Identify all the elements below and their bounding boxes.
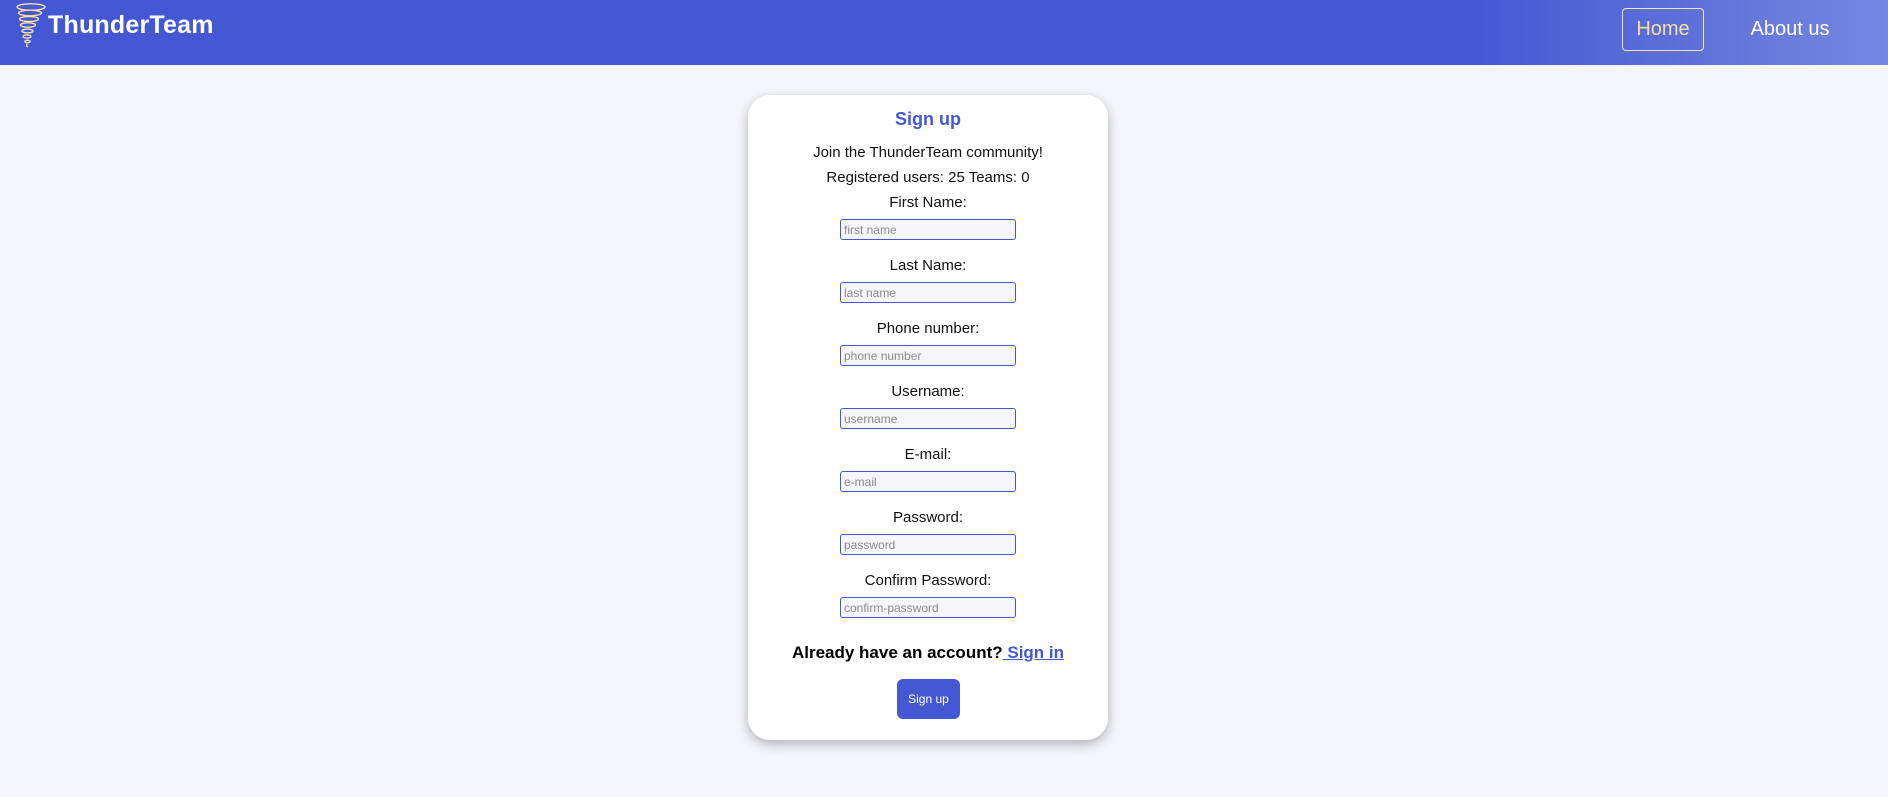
brand-name: ThunderTeam (48, 10, 214, 39)
account-prompt: Already have an account? Sign in (748, 643, 1108, 663)
nav-home-link[interactable]: Home (1622, 8, 1704, 51)
username-label: Username: (891, 383, 965, 400)
signup-card: Sign up Join the ThunderTeam community! … (748, 95, 1108, 740)
top-navbar: ThunderTeam Home About us (0, 0, 1888, 65)
phone-label: Phone number: (876, 320, 980, 337)
account-prompt-text: Already have an account? (791, 643, 1003, 662)
first-name-input[interactable] (840, 219, 1016, 240)
confirm-password-label: Confirm Password: (864, 572, 992, 589)
tornado-icon (16, 3, 46, 48)
confirm-password-input[interactable] (840, 597, 1016, 618)
signin-link[interactable]: Sign in (1003, 643, 1064, 662)
last-name-label: Last Name: (889, 257, 967, 274)
last-name-input[interactable] (840, 282, 1016, 303)
password-input[interactable] (840, 534, 1016, 555)
phone-input[interactable] (840, 345, 1016, 366)
first-name-label: First Name: (889, 194, 967, 211)
nav-about-link[interactable]: About us (1740, 8, 1840, 51)
password-label: Password: (892, 509, 964, 526)
username-input[interactable] (840, 408, 1016, 429)
signup-stats: Registered users: 25 Teams: 0 (826, 169, 1030, 186)
signup-tagline: Join the ThunderTeam community! (813, 144, 1043, 161)
signup-submit-button[interactable]: Sign up (897, 679, 960, 719)
email-label: E-mail: (904, 446, 952, 463)
signup-title: Sign up (895, 109, 961, 129)
email-input[interactable] (840, 471, 1016, 492)
brand-home-link[interactable]: ThunderTeam (14, 2, 214, 48)
